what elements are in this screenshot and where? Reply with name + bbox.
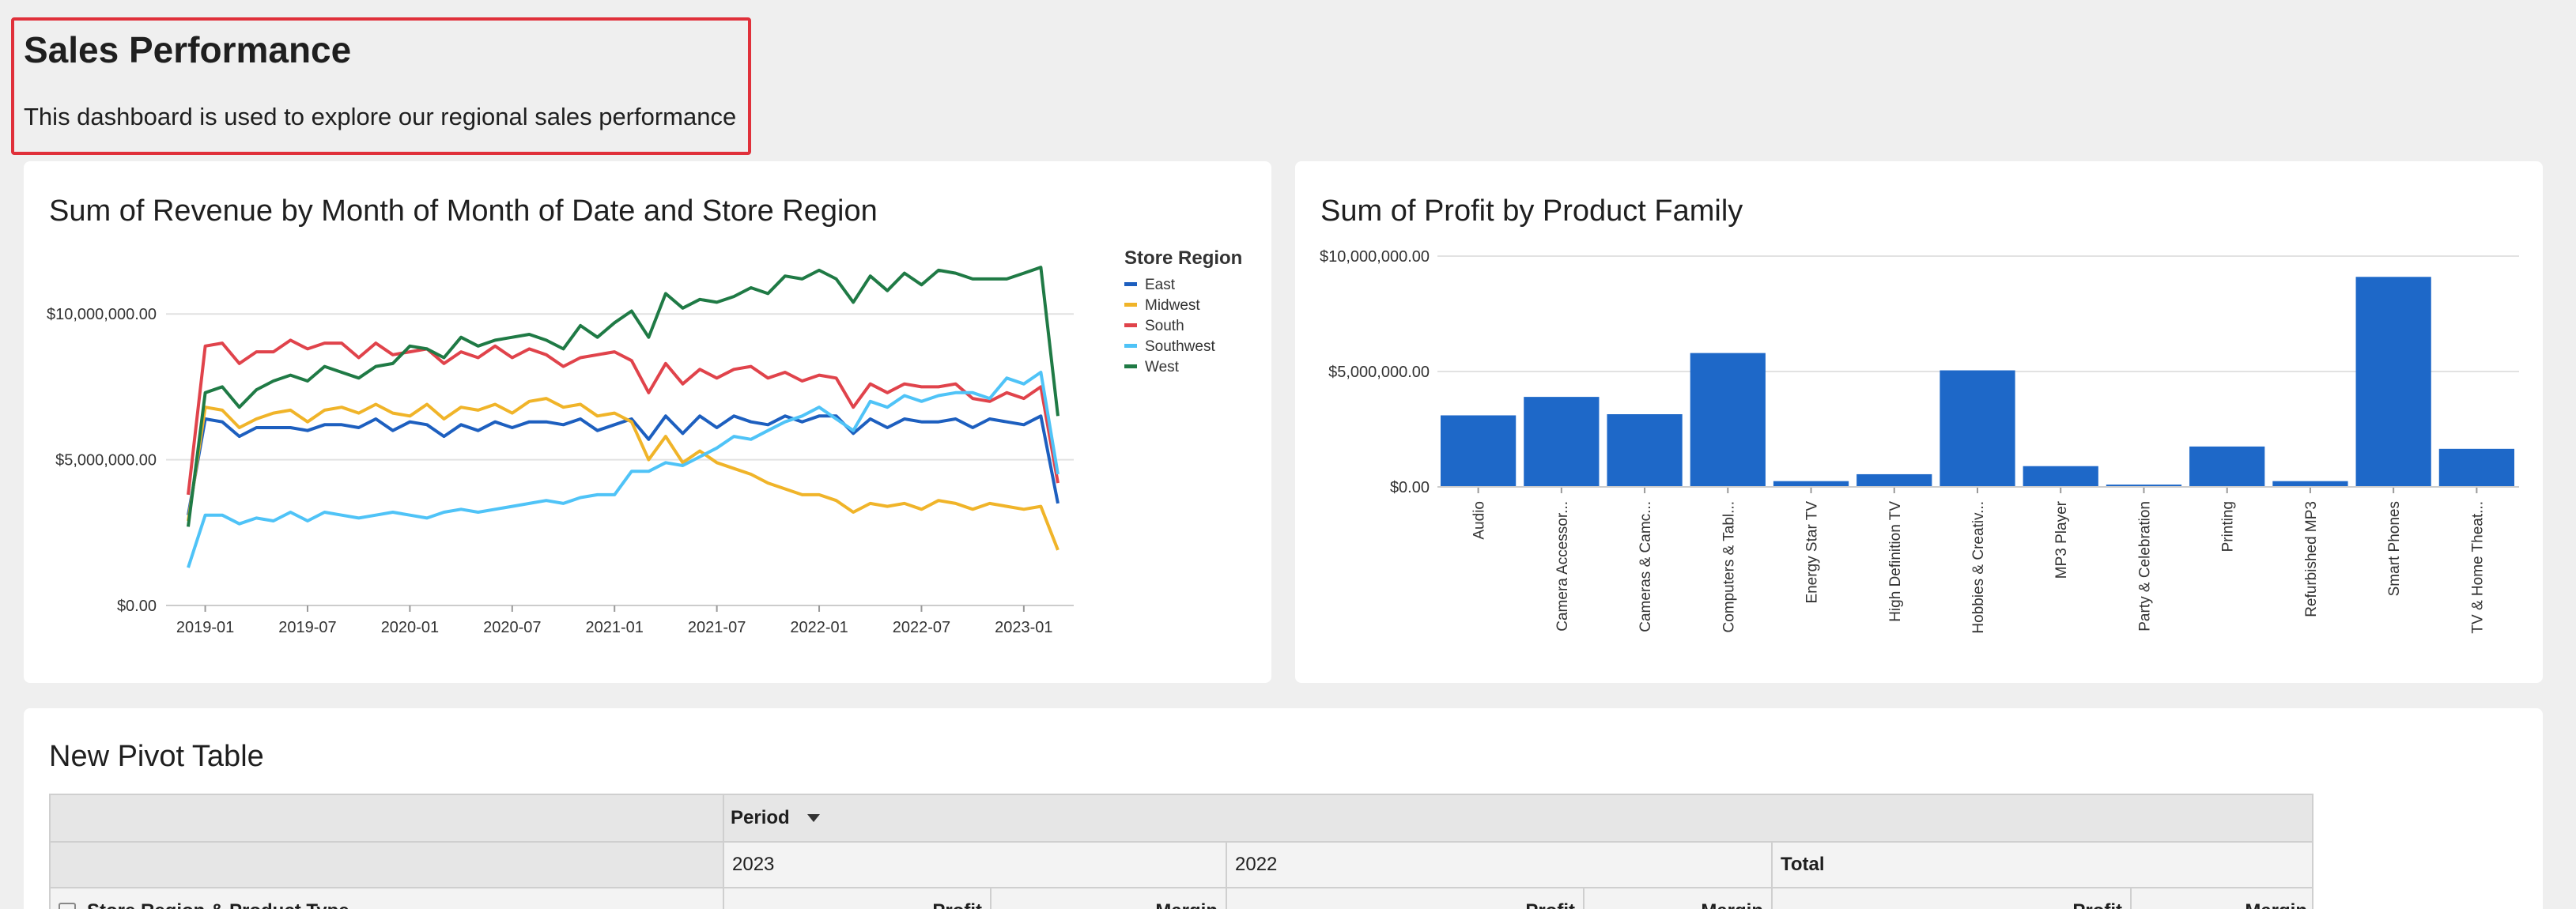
bar-4 <box>1773 481 1849 487</box>
line-legend-label: Midwest <box>1145 297 1200 314</box>
bar-category-label: MP3 Player <box>2053 500 2070 579</box>
bar-6 <box>1940 370 2015 487</box>
bar-category-label: Party & Celebration <box>2136 501 2153 632</box>
bar-3 <box>1690 353 1766 487</box>
line-y-tick-label: $0.00 <box>117 598 157 615</box>
line-y-tick-label: $10,000,000.00 <box>47 306 157 323</box>
bar-0 <box>1441 415 1517 487</box>
bar-category-label: Smart Phones <box>2386 501 2403 596</box>
pivot-row-header[interactable]: Store Region & Product Type <box>51 888 724 909</box>
profit-bar-chart-card[interactable]: Sum of Profit by Product Family $0.00 $5,… <box>1295 161 2543 683</box>
measure-margin-total[interactable]: Margin <box>2132 888 2312 909</box>
line-series-southwest <box>187 371 1059 568</box>
pivot-period-header[interactable]: Period <box>724 795 2312 843</box>
bar-category-label: TV & Home Theat... <box>2469 501 2486 634</box>
bar-10 <box>2272 481 2348 487</box>
bar-y-tick-label: $0.00 <box>1390 479 1430 496</box>
revenue-line-chart-card[interactable]: Sum of Revenue by Month of Month of Date… <box>24 161 1271 683</box>
line-x-tick-label: 2021-01 <box>586 619 644 636</box>
line-legend-swatch <box>1124 344 1137 348</box>
line-legend-swatch <box>1124 364 1137 368</box>
line-y-tick-label: $5,000,000.00 <box>55 452 157 470</box>
bar-category-label: Hobbies & Creativ... <box>1970 501 1987 634</box>
line-legend-title: Store Region <box>1124 247 1242 269</box>
line-x-tick-label: 2021-07 <box>688 619 746 636</box>
bar-category-label: Cameras & Camc... <box>1637 501 1654 632</box>
pivot-period-2022[interactable]: 2022 <box>1227 843 1773 888</box>
line-x-tick-label: 2019-01 <box>176 619 234 636</box>
bar-1 <box>1524 397 1600 487</box>
bar-category-label: Energy Star TV <box>1804 501 1821 604</box>
line-legend-label: South <box>1145 318 1184 334</box>
line-x-tick-label: 2019-07 <box>278 619 336 636</box>
pivot-period-2023[interactable]: 2023 <box>724 843 1227 888</box>
measure-margin-2023[interactable]: Margin <box>991 888 1227 909</box>
bar-category-label: Computers & Tabl... <box>1720 501 1737 633</box>
bar-11 <box>2355 277 2431 487</box>
pivot-corner-2 <box>51 843 724 888</box>
measure-profit-total[interactable]: Profit <box>1773 888 2132 909</box>
line-x-tick-label: 2022-01 <box>790 619 848 636</box>
line-legend-swatch <box>1124 323 1137 327</box>
measure-profit-2022[interactable]: Profit <box>1227 888 1585 909</box>
line-legend-label: East <box>1145 277 1176 293</box>
bar-category-label: Camera Accessor... <box>1554 501 1571 632</box>
line-legend-swatch <box>1124 282 1137 286</box>
row-header-label: Store Region & Product Type <box>87 900 349 909</box>
line-series-west <box>187 266 1059 527</box>
row-header-checkbox[interactable] <box>59 903 76 909</box>
pivot-table[interactable]: Period 2023 2022 Total Store Region & Pr… <box>49 794 2313 909</box>
line-legend-swatch <box>1124 303 1137 307</box>
profit-bar-chart: $0.00 $5,000,000.00 $10,000,000.00 Audio Cam… <box>1320 248 2519 634</box>
page-description: This dashboard is used to explore our re… <box>24 103 737 130</box>
line-x-tick-label: 2020-01 <box>381 619 439 636</box>
pivot-period-label: Period <box>731 807 790 828</box>
line-x-tick-label: 2020-07 <box>483 619 541 636</box>
line-legend-label: Southwest <box>1145 338 1215 355</box>
bar-9 <box>2189 446 2265 487</box>
bar-category-label: High Definition TV <box>1887 501 1904 622</box>
bar-12 <box>2438 448 2514 487</box>
revenue-line-chart: $0.00 $5,000,000.00 $10,000,000.00 2019-01 2… <box>47 247 1242 636</box>
page-title: Sales Performance <box>24 29 352 70</box>
bar-2 <box>1607 414 1683 487</box>
bar-y-tick-label: $5,000,000.00 <box>1328 364 1430 381</box>
bar-y-tick-label: $10,000,000.00 <box>1320 248 1430 266</box>
bar-category-label: Printing <box>2220 501 2237 552</box>
pivot-title: New Pivot Table <box>49 740 264 773</box>
measure-profit-2023[interactable]: Profit <box>724 888 991 909</box>
bar-5 <box>1856 473 1932 487</box>
bar-category-label: Refurbished MP3 <box>2303 501 2320 617</box>
line-series-east <box>187 414 1059 516</box>
period-dropdown-caret-icon[interactable] <box>806 814 820 822</box>
bar-category-label: Audio <box>1471 501 1488 540</box>
line-legend-label: West <box>1145 359 1180 375</box>
line-x-tick-label: 2023-01 <box>995 619 1052 636</box>
pivot-corner <box>51 795 724 843</box>
line-x-tick-label: 2022-07 <box>893 619 950 636</box>
bar-7 <box>2023 466 2098 487</box>
pivot-period-total[interactable]: Total <box>1773 843 2312 888</box>
measure-margin-2022[interactable]: Margin <box>1585 888 1773 909</box>
